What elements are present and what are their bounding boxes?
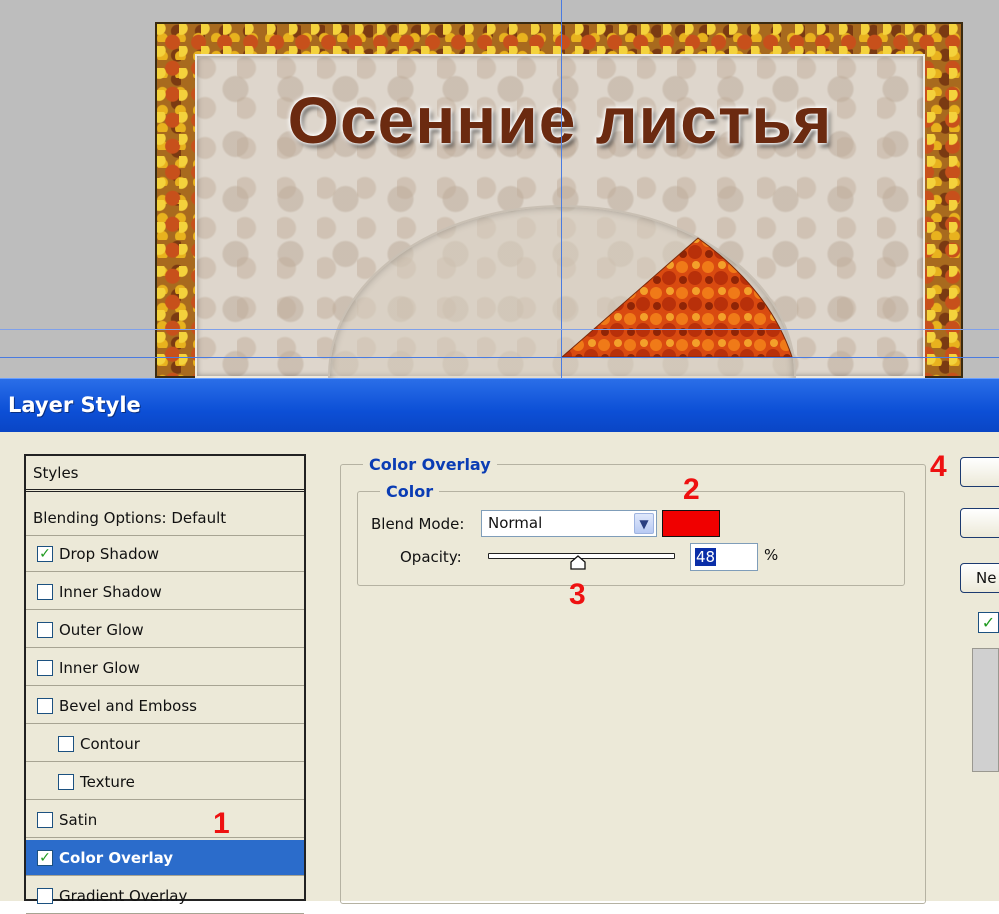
callout-4: 4 [930, 450, 947, 483]
style-item-color-overlay[interactable]: ✓ Color Overlay [26, 840, 304, 876]
new-style-label: Ne [976, 569, 997, 587]
dialog-title-bar[interactable]: Layer Style [0, 378, 999, 433]
style-item-label: Texture [80, 772, 135, 791]
percent-sign: % [764, 546, 779, 564]
gradient-overlay-checkbox[interactable] [37, 887, 53, 904]
style-item-label: Inner Shadow [59, 582, 162, 601]
opacity-slider-thumb[interactable] [569, 555, 587, 570]
opacity-label: Opacity: [400, 548, 462, 566]
guide-horizontal-1[interactable] [0, 329, 999, 330]
ok-button[interactable] [960, 457, 999, 487]
style-item-inner-shadow[interactable]: Inner Shadow [26, 574, 304, 610]
color-group-title: Color [380, 482, 440, 501]
outer-glow-checkbox[interactable] [37, 621, 53, 638]
blend-mode-label: Blend Mode: [371, 515, 465, 533]
drop-shadow-checkbox[interactable]: ✓ [37, 545, 53, 562]
style-item-gradient-overlay[interactable]: Gradient Overlay [26, 878, 304, 914]
styles-header-label: Styles [33, 463, 79, 482]
callout-3: 3 [569, 578, 586, 611]
guide-horizontal-2[interactable] [0, 357, 999, 358]
opacity-value: 48 [695, 548, 717, 566]
bevel-emboss-checkbox[interactable] [37, 697, 53, 714]
style-item-inner-glow[interactable]: Inner Glow [26, 650, 304, 686]
overlay-color-swatch[interactable] [662, 510, 720, 537]
preview-thumbnail [972, 648, 999, 772]
blend-mode-select[interactable]: Normal ▼ [481, 510, 657, 537]
texture-checkbox[interactable] [58, 773, 74, 790]
guide-vertical[interactable] [561, 0, 562, 378]
blend-mode-value: Normal [488, 514, 543, 532]
style-item-outer-glow[interactable]: Outer Glow [26, 612, 304, 648]
style-item-label: Outer Glow [59, 620, 144, 639]
style-item-label: Satin [59, 810, 98, 829]
style-item-label: Bevel and Emboss [59, 696, 197, 715]
style-item-satin[interactable]: Satin [26, 802, 304, 838]
chevron-down-icon[interactable]: ▼ [634, 513, 654, 534]
color-overlay-checkbox[interactable]: ✓ [37, 849, 53, 866]
style-item-drop-shadow[interactable]: ✓ Drop Shadow [26, 536, 304, 572]
style-item-label: Color Overlay [59, 848, 174, 867]
contour-checkbox[interactable] [58, 735, 74, 752]
style-item-bevel-emboss[interactable]: Bevel and Emboss [26, 688, 304, 724]
style-item-label: Inner Glow [59, 658, 140, 677]
style-item-contour[interactable]: Contour [26, 726, 304, 762]
styles-list: Styles Blending Options: Default ✓ Drop … [24, 454, 306, 914]
cancel-button[interactable] [960, 508, 999, 538]
style-item-label: Drop Shadow [59, 544, 160, 563]
callout-1: 1 [213, 807, 230, 840]
styles-header[interactable]: Styles [26, 456, 304, 492]
style-item-texture[interactable]: Texture [26, 764, 304, 800]
style-item-label: Contour [80, 734, 140, 753]
satin-checkbox[interactable] [37, 811, 53, 828]
preview-checkbox[interactable]: ✓ [978, 612, 999, 633]
inner-glow-checkbox[interactable] [37, 659, 53, 676]
new-style-button[interactable]: Ne [960, 563, 999, 593]
inner-shadow-checkbox[interactable] [37, 583, 53, 600]
pie-slice-leaves [560, 237, 793, 358]
dialog-title: Layer Style [8, 393, 141, 417]
blending-options-item[interactable]: Blending Options: Default [26, 500, 304, 536]
color-group [357, 491, 905, 586]
opacity-input[interactable]: 48 [690, 543, 758, 571]
blending-options-label: Blending Options: Default [33, 508, 227, 527]
document-canvas[interactable]: Осенние листья [0, 0, 999, 378]
callout-2: 2 [683, 473, 700, 506]
color-overlay-section-title: Color Overlay [363, 455, 497, 474]
style-item-label: Gradient Overlay [59, 886, 188, 905]
